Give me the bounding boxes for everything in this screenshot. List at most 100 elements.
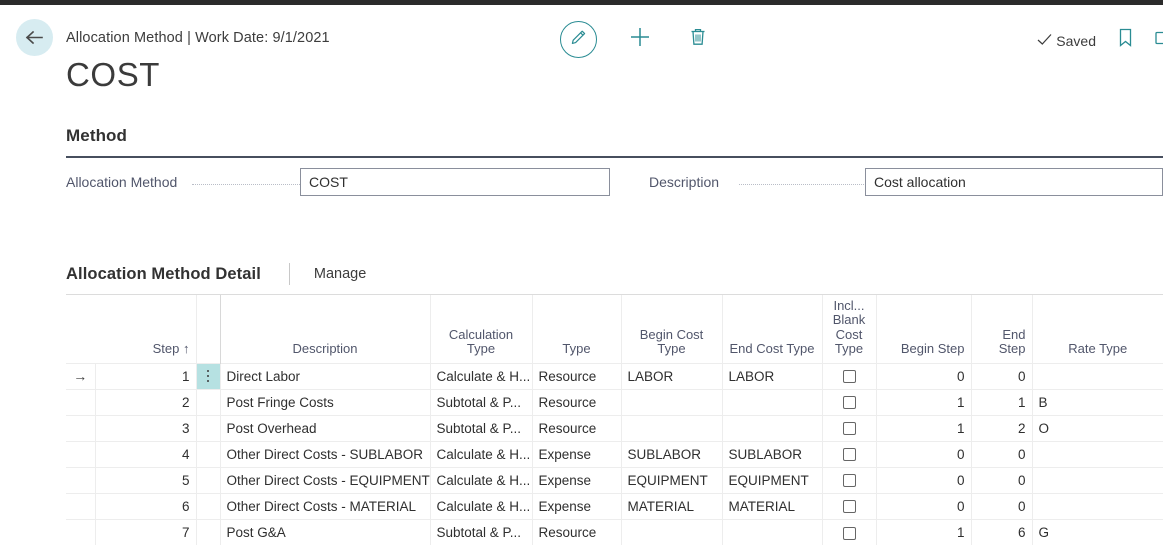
- col-incl-blank-cost-type[interactable]: Incl... Blank Cost Type: [822, 295, 877, 363]
- checkbox-incl-blank-cost-type[interactable]: [842, 500, 856, 514]
- row-menu-cell[interactable]: [196, 362, 221, 389]
- row-menu-cell[interactable]: [196, 388, 221, 415]
- cell-calculation-type[interactable]: Subtotal & P...: [430, 414, 533, 441]
- cell-begin-step[interactable]: 0: [876, 466, 972, 493]
- cell-type[interactable]: Expense: [532, 440, 622, 467]
- cell-step[interactable]: 1: [95, 362, 197, 389]
- cell-calculation-type[interactable]: Calculate & H...: [430, 440, 533, 467]
- cell-type[interactable]: Resource: [532, 518, 622, 545]
- col-begin-cost-type[interactable]: Begin Cost Type: [621, 295, 723, 363]
- cell-type[interactable]: Expense: [532, 466, 622, 493]
- col-calculation-type[interactable]: Calculation Type: [430, 295, 533, 363]
- table-row[interactable]: 3 Post Overhead Subtotal & P... Resource 1 2 O: [66, 414, 1163, 441]
- table-row[interactable]: 6 Other Direct Costs - MATERIAL Calculate …: [66, 492, 1163, 519]
- cell-calculation-type[interactable]: Calculate & H...: [430, 492, 533, 519]
- back-button[interactable]: [16, 19, 53, 56]
- manage-menu-button[interactable]: Manage: [314, 266, 366, 282]
- cell-type[interactable]: Expense: [532, 492, 622, 519]
- table-row[interactable]: 5 Other Direct Costs - EQUIPMENT Calculate…: [66, 466, 1163, 493]
- cell-calculation-type[interactable]: Calculate & H...: [430, 466, 533, 493]
- checkbox-incl-blank-cost-type[interactable]: [842, 474, 856, 488]
- cell-step[interactable]: 7: [95, 518, 197, 545]
- checkbox-incl-blank-cost-type[interactable]: [842, 396, 856, 410]
- col-end-cost-type[interactable]: End Cost Type: [722, 295, 823, 363]
- checkbox-incl-blank-cost-type[interactable]: [842, 370, 856, 384]
- cell-incl-blank-cost-type[interactable]: [822, 492, 877, 519]
- breadcrumb[interactable]: Allocation Method | Work Date: 9/1/2021: [66, 30, 330, 46]
- cell-rate-type[interactable]: G: [1032, 518, 1163, 545]
- cell-description[interactable]: Post Overhead: [219, 414, 431, 441]
- cell-end-cost-type[interactable]: [722, 518, 823, 545]
- bookmark-button[interactable]: [1118, 28, 1133, 53]
- col-end-step[interactable]: End Step: [971, 295, 1033, 363]
- cell-description[interactable]: Post G&A: [219, 518, 431, 545]
- col-rate-type[interactable]: Rate Type: [1032, 295, 1163, 363]
- cell-calculation-type[interactable]: Subtotal & P...: [430, 388, 533, 415]
- cell-end-cost-type[interactable]: [722, 388, 823, 415]
- cell-begin-cost-type[interactable]: EQUIPMENT: [621, 466, 723, 493]
- checkbox-incl-blank-cost-type[interactable]: [842, 448, 856, 462]
- row-menu-cell[interactable]: [196, 414, 221, 441]
- cell-begin-step[interactable]: 1: [876, 388, 972, 415]
- edit-button[interactable]: [560, 21, 597, 58]
- cell-incl-blank-cost-type[interactable]: [822, 440, 877, 467]
- col-type[interactable]: Type: [532, 295, 622, 363]
- cell-begin-cost-type[interactable]: LABOR: [621, 362, 723, 389]
- checkbox-incl-blank-cost-type[interactable]: [842, 422, 856, 436]
- cell-end-cost-type[interactable]: LABOR: [722, 362, 823, 389]
- cell-type[interactable]: Resource: [532, 388, 622, 415]
- cell-description[interactable]: Other Direct Costs - MATERIAL: [219, 492, 431, 519]
- cell-type[interactable]: Resource: [532, 362, 622, 389]
- cell-description[interactable]: Direct Labor: [219, 362, 431, 389]
- delete-button[interactable]: [683, 25, 713, 55]
- cell-end-cost-type[interactable]: SUBLABOR: [722, 440, 823, 467]
- cell-description[interactable]: Other Direct Costs - EQUIPMENT: [219, 466, 431, 493]
- cell-rate-type[interactable]: B: [1032, 388, 1163, 415]
- checkbox-incl-blank-cost-type[interactable]: [842, 526, 856, 540]
- cell-begin-step[interactable]: 0: [876, 440, 972, 467]
- table-row[interactable]: 7 Post G&A Subtotal & P... Resource 1 6 G: [66, 518, 1163, 545]
- cell-end-step[interactable]: 0: [971, 492, 1033, 519]
- cell-step[interactable]: 2: [95, 388, 197, 415]
- cell-incl-blank-cost-type[interactable]: [822, 466, 877, 493]
- cell-begin-cost-type[interactable]: [621, 414, 723, 441]
- cell-begin-cost-type[interactable]: [621, 518, 723, 545]
- cell-end-step[interactable]: 1: [971, 388, 1033, 415]
- cell-step[interactable]: 3: [95, 414, 197, 441]
- cell-step[interactable]: 4: [95, 440, 197, 467]
- cell-rate-type[interactable]: [1032, 492, 1163, 519]
- cell-incl-blank-cost-type[interactable]: [822, 362, 877, 389]
- cell-step[interactable]: 5: [95, 466, 197, 493]
- row-menu-cell[interactable]: [196, 492, 221, 519]
- cell-begin-cost-type[interactable]: MATERIAL: [621, 492, 723, 519]
- cell-end-cost-type[interactable]: [722, 414, 823, 441]
- cell-end-cost-type[interactable]: MATERIAL: [722, 492, 823, 519]
- col-description[interactable]: Description: [219, 295, 431, 363]
- cell-end-step[interactable]: 6: [971, 518, 1033, 545]
- cell-end-step[interactable]: 2: [971, 414, 1033, 441]
- table-row[interactable]: 4 Other Direct Costs - SUBLABOR Calculate …: [66, 440, 1163, 467]
- table-row[interactable]: 2 Post Fringe Costs Subtotal & P... Resourc…: [66, 388, 1163, 415]
- cell-calculation-type[interactable]: Subtotal & P...: [430, 518, 533, 545]
- allocation-method-input[interactable]: COST: [300, 168, 610, 196]
- cell-incl-blank-cost-type[interactable]: [822, 518, 877, 545]
- cell-begin-step[interactable]: 0: [876, 362, 972, 389]
- cell-rate-type[interactable]: [1032, 466, 1163, 493]
- cell-rate-type[interactable]: O: [1032, 414, 1163, 441]
- cell-type[interactable]: Resource: [532, 414, 622, 441]
- cell-begin-cost-type[interactable]: SUBLABOR: [621, 440, 723, 467]
- cell-end-step[interactable]: 0: [971, 440, 1033, 467]
- cell-incl-blank-cost-type[interactable]: [822, 388, 877, 415]
- cell-end-step[interactable]: 0: [971, 466, 1033, 493]
- cell-end-cost-type[interactable]: EQUIPMENT: [722, 466, 823, 493]
- cell-rate-type[interactable]: [1032, 362, 1163, 389]
- col-step[interactable]: Step ↑: [95, 295, 197, 363]
- table-row[interactable]: → 1 Direct Labor Calculate & H... Resource LA…: [66, 362, 1163, 389]
- row-menu-cell[interactable]: [196, 466, 221, 493]
- row-menu-cell[interactable]: [196, 518, 221, 545]
- cell-end-step[interactable]: 0: [971, 362, 1033, 389]
- cell-calculation-type[interactable]: Calculate & H...: [430, 362, 533, 389]
- row-menu-cell[interactable]: [196, 440, 221, 467]
- cell-begin-step[interactable]: 0: [876, 492, 972, 519]
- more-vertical-icon[interactable]: [203, 370, 214, 382]
